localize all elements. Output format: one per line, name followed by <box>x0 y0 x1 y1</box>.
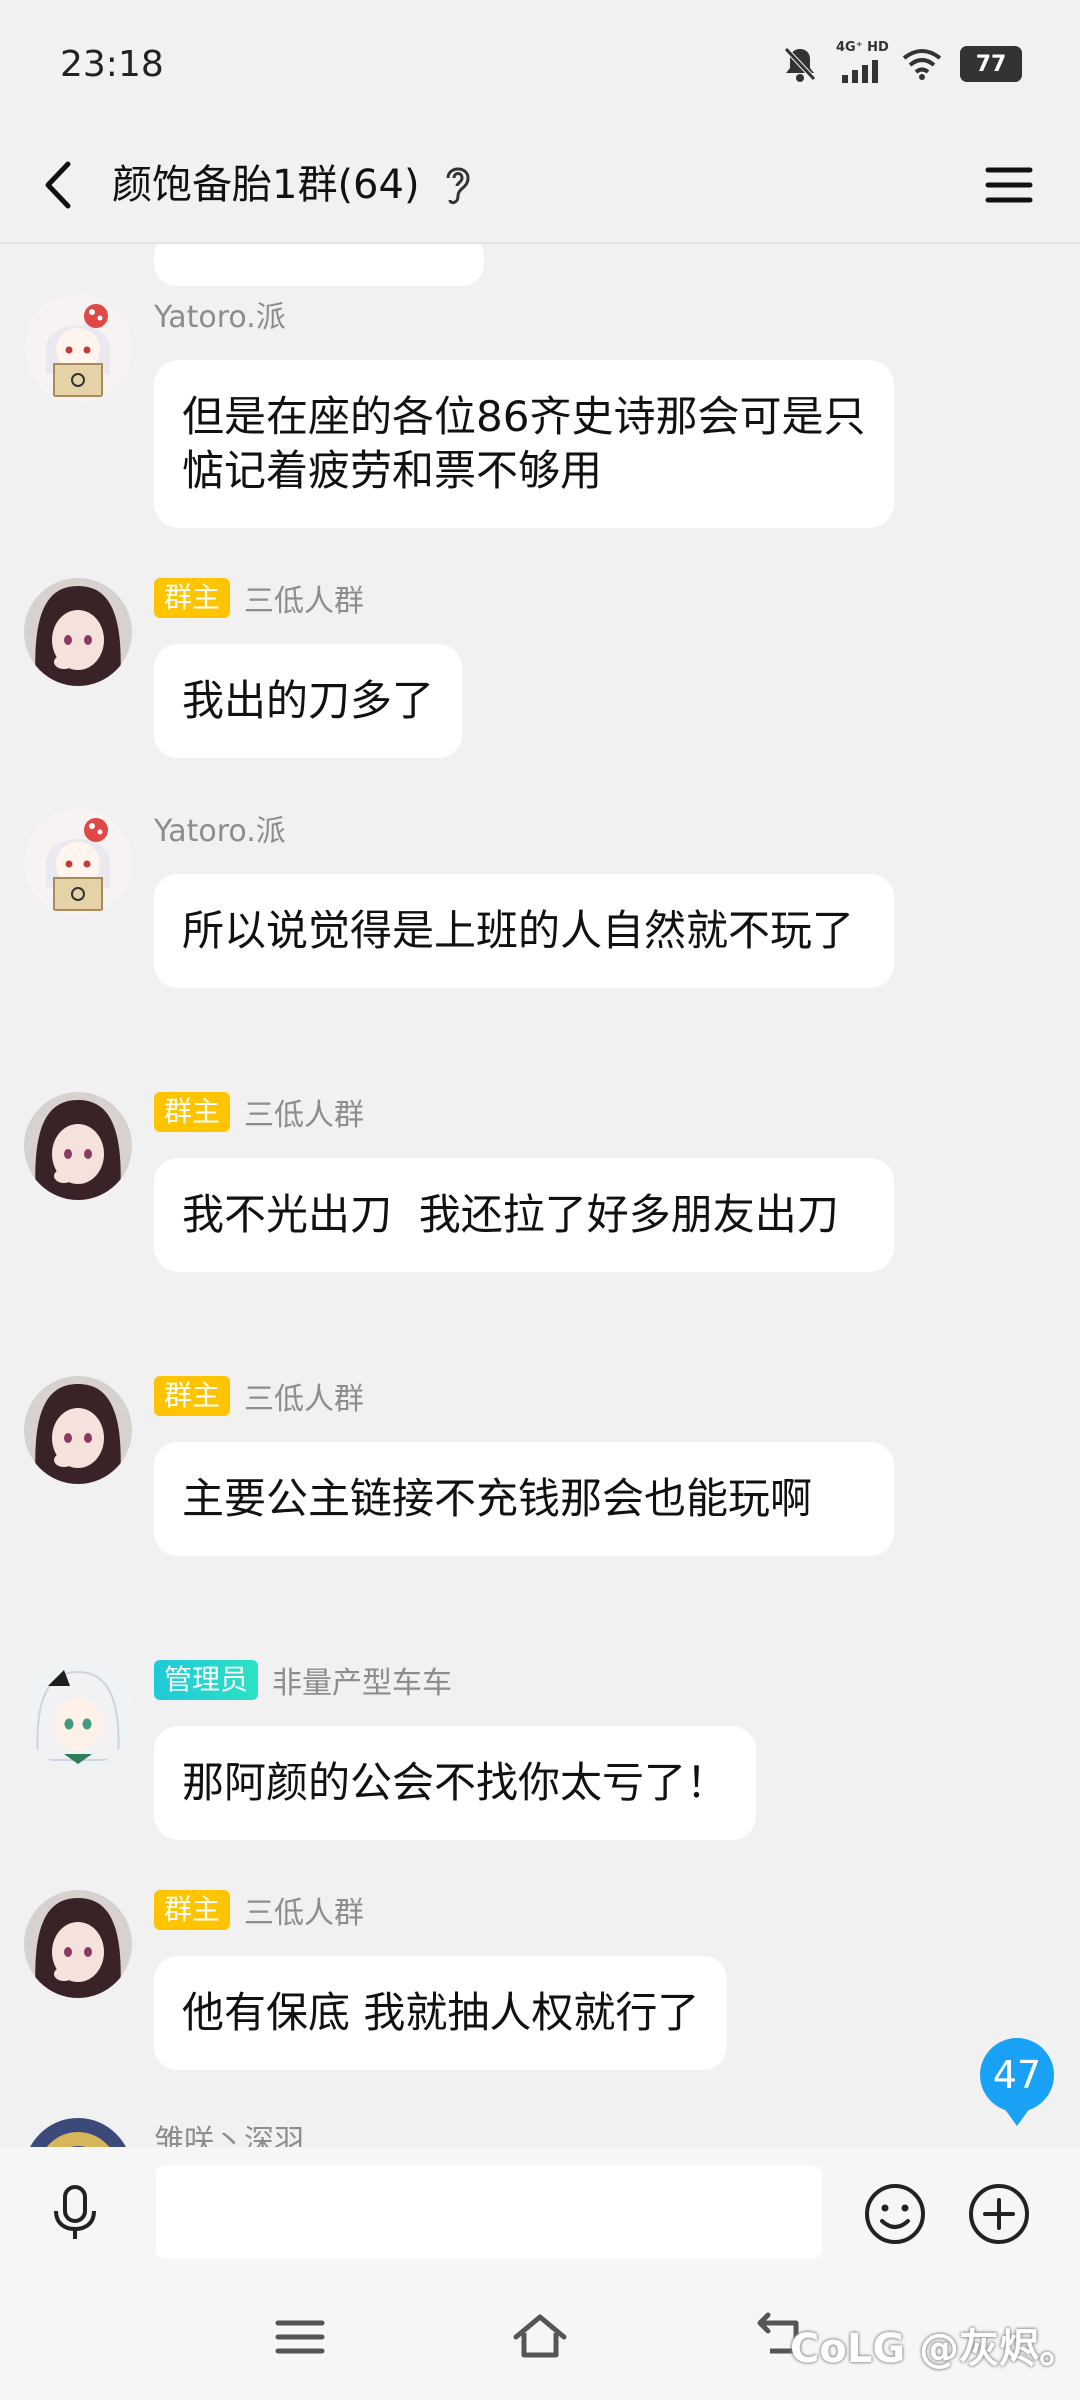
battery-indicator: 77 <box>960 46 1022 82</box>
message-bubble[interactable]: 但是在座的各位86齐史诗那会可是只惦记着疲劳和票不够用 <box>154 360 894 528</box>
sender-name[interactable]: Yatoro.派 <box>154 292 286 336</box>
role-badge-admin: 管理员 <box>154 1660 259 1700</box>
chat-header: 颜饱备胎1群(64) <box>0 130 1080 244</box>
status-bar: 23:18 4G⁺ HD 77 <box>0 0 1080 130</box>
mute-bell-icon <box>784 47 816 82</box>
sender-line: 群主 三低人群 <box>154 1090 364 1134</box>
sender-line: 雏咲丶深羽 <box>154 2118 304 2147</box>
role-badge-owner: 群主 <box>154 1092 231 1132</box>
role-badge-owner: 群主 <box>154 1376 231 1416</box>
group-title: 颜饱备胎1群(64) <box>112 162 420 208</box>
avatar[interactable] <box>24 1376 132 1484</box>
message-bubble[interactable]: 所以说觉得是上班的人自然就不玩了 <box>154 874 894 988</box>
message-bubble[interactable]: 那阿颜的公会不找你太亏了！ <box>154 1726 757 1840</box>
message-bubble[interactable]: 我不光出刀 我还拉了好多朋友出刀 <box>154 1158 894 1272</box>
status-icons: 4G⁺ HD 77 <box>782 40 1022 84</box>
network-label: 4G⁺ HD <box>836 40 889 55</box>
plus-circle-icon[interactable] <box>966 2181 1032 2247</box>
hamburger-menu-icon[interactable] <box>974 150 1044 220</box>
unread-count-badge[interactable]: 47 <box>980 2038 1054 2126</box>
avatar[interactable] <box>24 1660 132 1768</box>
watermark: CoLG @灰烬。 <box>790 2326 1080 2372</box>
sender-name[interactable]: 三低人群 <box>244 1090 364 1134</box>
emoji-icon[interactable] <box>862 2181 928 2247</box>
ear-icon[interactable] <box>440 162 476 208</box>
home-icon[interactable] <box>510 2309 570 2365</box>
status-time: 23:18 <box>60 44 164 85</box>
role-badge-owner: 群主 <box>154 578 231 618</box>
avatar[interactable] <box>24 808 132 916</box>
avatar[interactable] <box>24 1890 132 1998</box>
avatar[interactable] <box>24 578 132 686</box>
sender-line: 群主 三低人群 <box>154 576 364 620</box>
input-bar <box>0 2147 1080 2277</box>
message-bubble[interactable]: 我出的刀多了 <box>154 644 463 758</box>
sender-name[interactable]: Yatoro.派 <box>154 806 286 850</box>
sender-name[interactable]: 三低人群 <box>244 1374 364 1418</box>
avatar[interactable] <box>24 1092 132 1200</box>
sender-name[interactable]: 三低人群 <box>244 576 364 620</box>
message-bubble[interactable]: 他有保底 我就抽人权就行了 <box>154 1956 728 2070</box>
back-arrow-icon[interactable] <box>30 150 90 220</box>
sender-name[interactable]: 雏咲丶深羽 <box>154 2116 304 2147</box>
role-badge-owner: 群主 <box>154 1890 231 1930</box>
cellular-signal-icon: 4G⁺ HD <box>836 40 889 84</box>
sender-line: 群主 三低人群 <box>154 1374 364 1418</box>
sender-line: Yatoro.派 <box>154 292 286 336</box>
message-bubble-partial[interactable] <box>154 242 484 286</box>
recent-apps-icon[interactable] <box>270 2309 330 2365</box>
avatar[interactable] <box>24 2118 132 2147</box>
wifi-icon <box>902 49 942 80</box>
sender-line: Yatoro.派 <box>154 806 286 850</box>
sender-name[interactable]: 非量产型车车 <box>272 1658 452 1702</box>
message-bubble[interactable]: 主要公主链接不充钱那会也能玩啊 <box>154 1442 894 1556</box>
chat-message-list[interactable]: Yatoro.派 但是在座的各位86齐史诗那会可是只惦记着疲劳和票不够用 群主 … <box>0 242 1080 2147</box>
sender-line: 群主 三低人群 <box>154 1888 364 1932</box>
microphone-icon[interactable] <box>44 2181 106 2243</box>
avatar[interactable] <box>24 294 132 402</box>
sender-line: 管理员 非量产型车车 <box>154 1658 452 1702</box>
sender-name[interactable]: 三低人群 <box>244 1888 364 1932</box>
message-input[interactable] <box>156 2165 822 2259</box>
